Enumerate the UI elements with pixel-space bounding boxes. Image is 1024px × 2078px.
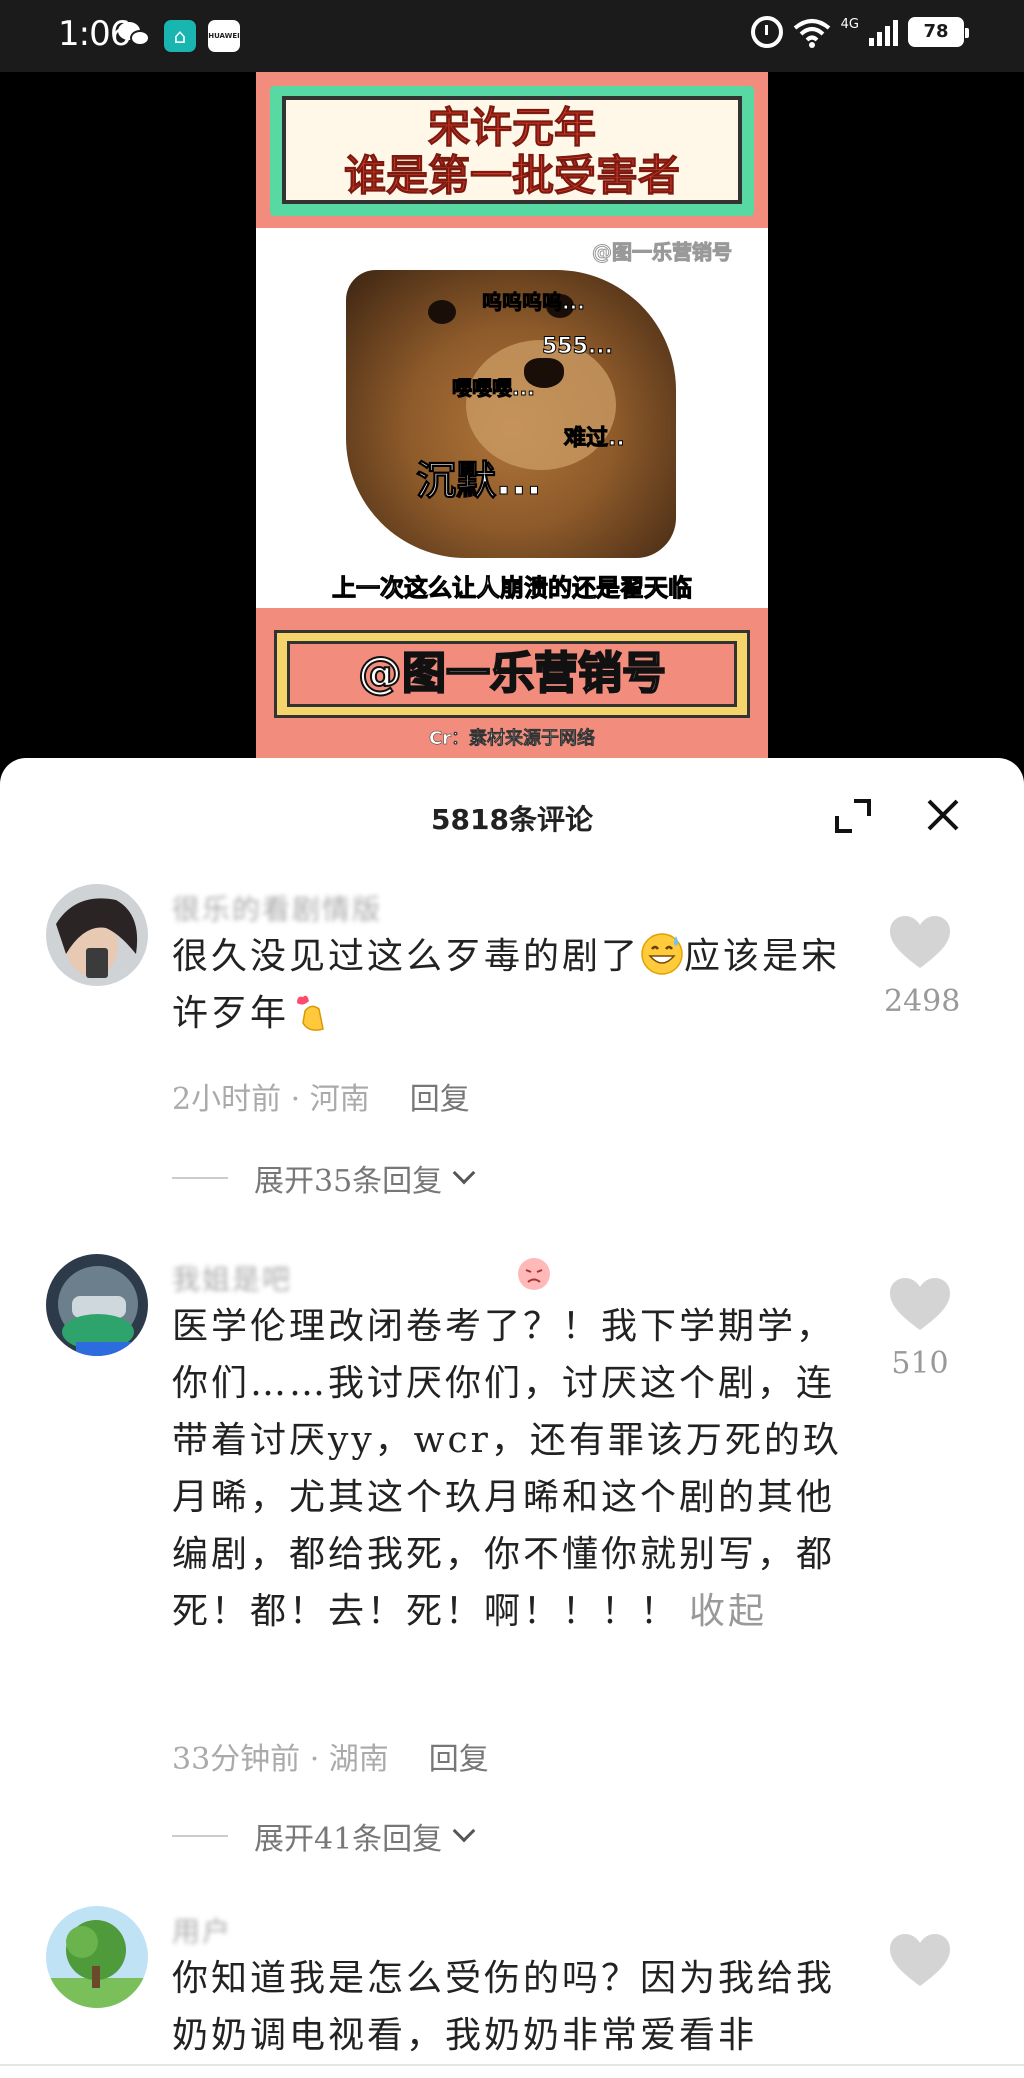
dog-text-4: 难过.. xyxy=(564,426,626,452)
comment-username[interactable]: 很乐的看剧情版 xyxy=(172,888,382,928)
dog-text-1: 呜呜呜呜... xyxy=(482,290,586,315)
comment-text: 医学伦理改闭卷考了？！我下学期学，你们……我讨厌你们，讨厌这个剧，连带着讨厌yy… xyxy=(172,1298,872,1640)
grin-sweat-emoji-icon xyxy=(641,933,683,975)
poster-title-line1: 宋许元年 xyxy=(427,103,596,152)
poster-watermark: @图一乐营销号 xyxy=(592,240,733,265)
poster-title-box: 宋许元年 谁是第一批受害者 xyxy=(282,96,742,204)
avatar[interactable] xyxy=(46,884,148,986)
status-bar: 1:06 ⌂ HUAWEI 4G 78 xyxy=(0,0,1024,72)
collapse-button[interactable]: 收起 xyxy=(689,1591,767,1632)
poster-title-line2: 谁是第一批受害者 xyxy=(343,151,680,200)
dog-text-2: 555... xyxy=(542,334,614,360)
heart-icon xyxy=(890,916,950,968)
bottom-divider xyxy=(0,2064,1024,2066)
poster-handle-box: @图一乐营销号 xyxy=(274,630,750,718)
comment-meta: 2小时前 · 河南 回复 xyxy=(172,1074,470,1118)
expand-replies-button[interactable]: 展开35条回复 xyxy=(172,1156,476,1200)
notification-icons: ⌂ HUAWEI xyxy=(118,20,240,52)
comment-time-location: 2小时前 · 河南 xyxy=(172,1082,370,1117)
comment-text: 很久没见过这么歹毒的剧了 应该是宋许歹年 xyxy=(172,928,872,1042)
chevron-down-icon xyxy=(452,1161,476,1185)
poster-handle: @图一乐营销号 xyxy=(287,641,737,707)
video-poster[interactable]: 宋许元年 谁是第一批受害者 @图一乐营销号 呜呜呜呜... 555... 嘤嘤嘤… xyxy=(256,72,768,758)
heart-icon xyxy=(890,1278,950,1330)
alarm-icon xyxy=(750,16,783,48)
reply-button[interactable]: 回复 xyxy=(410,1082,470,1117)
network-type: 4G xyxy=(840,16,859,32)
close-icon[interactable] xyxy=(924,796,962,834)
wifi-icon xyxy=(793,19,830,48)
comment-text-full: 医学伦理改闭卷考了？！我下学期学，你们……我讨厌你们，讨厌这个剧，连带着讨厌yy… xyxy=(172,1306,842,1632)
dog-text-5: 沉默... xyxy=(416,458,543,505)
poster-image-area: @图一乐营销号 呜呜呜呜... 555... 嘤嘤嘤... 难过.. 沉默...… xyxy=(256,228,768,608)
comment-text: 你知道我是怎么受伤的吗？因为我给我奶奶调电视看，我奶奶非常爱看非 xyxy=(172,1958,836,2056)
comment-meta: 33分钟前 · 湖南 回复 xyxy=(172,1734,489,1778)
comments-header: 5818条评论 xyxy=(0,758,1024,868)
fullscreen-icon[interactable] xyxy=(834,798,872,834)
signal-icon xyxy=(869,18,898,46)
system-icons: 4G 78 xyxy=(750,16,969,48)
finger-heart-emoji-icon xyxy=(297,995,324,1031)
angry-emoji-icon xyxy=(518,1258,550,1290)
avatar[interactable] xyxy=(46,1906,148,2008)
expand-replies-button[interactable]: 展开41条回复 xyxy=(172,1814,476,1858)
like-button[interactable] xyxy=(884,1934,956,1992)
comment-username[interactable]: 用户 xyxy=(172,1910,232,1950)
dog-text-3: 嘤嘤嘤... xyxy=(452,376,536,401)
dog-meme-image: 呜呜呜呜... 555... 嘤嘤嘤... 难过.. 沉默... xyxy=(346,270,676,558)
like-count: 2498 xyxy=(884,984,961,1019)
chevron-down-icon xyxy=(452,1819,476,1843)
poster-banner: 宋许元年 谁是第一批受害者 xyxy=(270,86,754,216)
battery-icon: 78 xyxy=(908,17,969,47)
home-app-icon: ⌂ xyxy=(164,20,196,52)
reply-button[interactable]: 回复 xyxy=(429,1742,489,1777)
expand-replies-label: 展开41条回复 xyxy=(254,1822,443,1857)
comment-username[interactable]: 我姐是吧 xyxy=(172,1258,292,1298)
poster-caption: 上一次这么让人崩溃的还是翟天临 xyxy=(332,574,693,603)
comments-sheet: 5818条评论 很乐的看剧情版 很久没见过这么歹毒的剧了 应该是宋许歹年 2小时… xyxy=(0,758,1024,2078)
huawei-icon: HUAWEI xyxy=(208,20,240,52)
comment-time-location: 33分钟前 · 湖南 xyxy=(172,1742,389,1777)
wechat-icon xyxy=(118,20,152,48)
expand-replies-label: 展开35条回复 xyxy=(254,1164,443,1199)
poster-credit: Cr：素材来源于网络 xyxy=(428,728,596,750)
avatar[interactable] xyxy=(46,1254,148,1356)
like-button[interactable]: 2498 xyxy=(884,916,961,1019)
heart-icon xyxy=(890,1934,950,1986)
like-count: 510 xyxy=(891,1346,949,1381)
comment-text-part1: 很久没见过这么歹毒的剧了 xyxy=(172,936,641,977)
like-button[interactable]: 510 xyxy=(884,1278,956,1381)
